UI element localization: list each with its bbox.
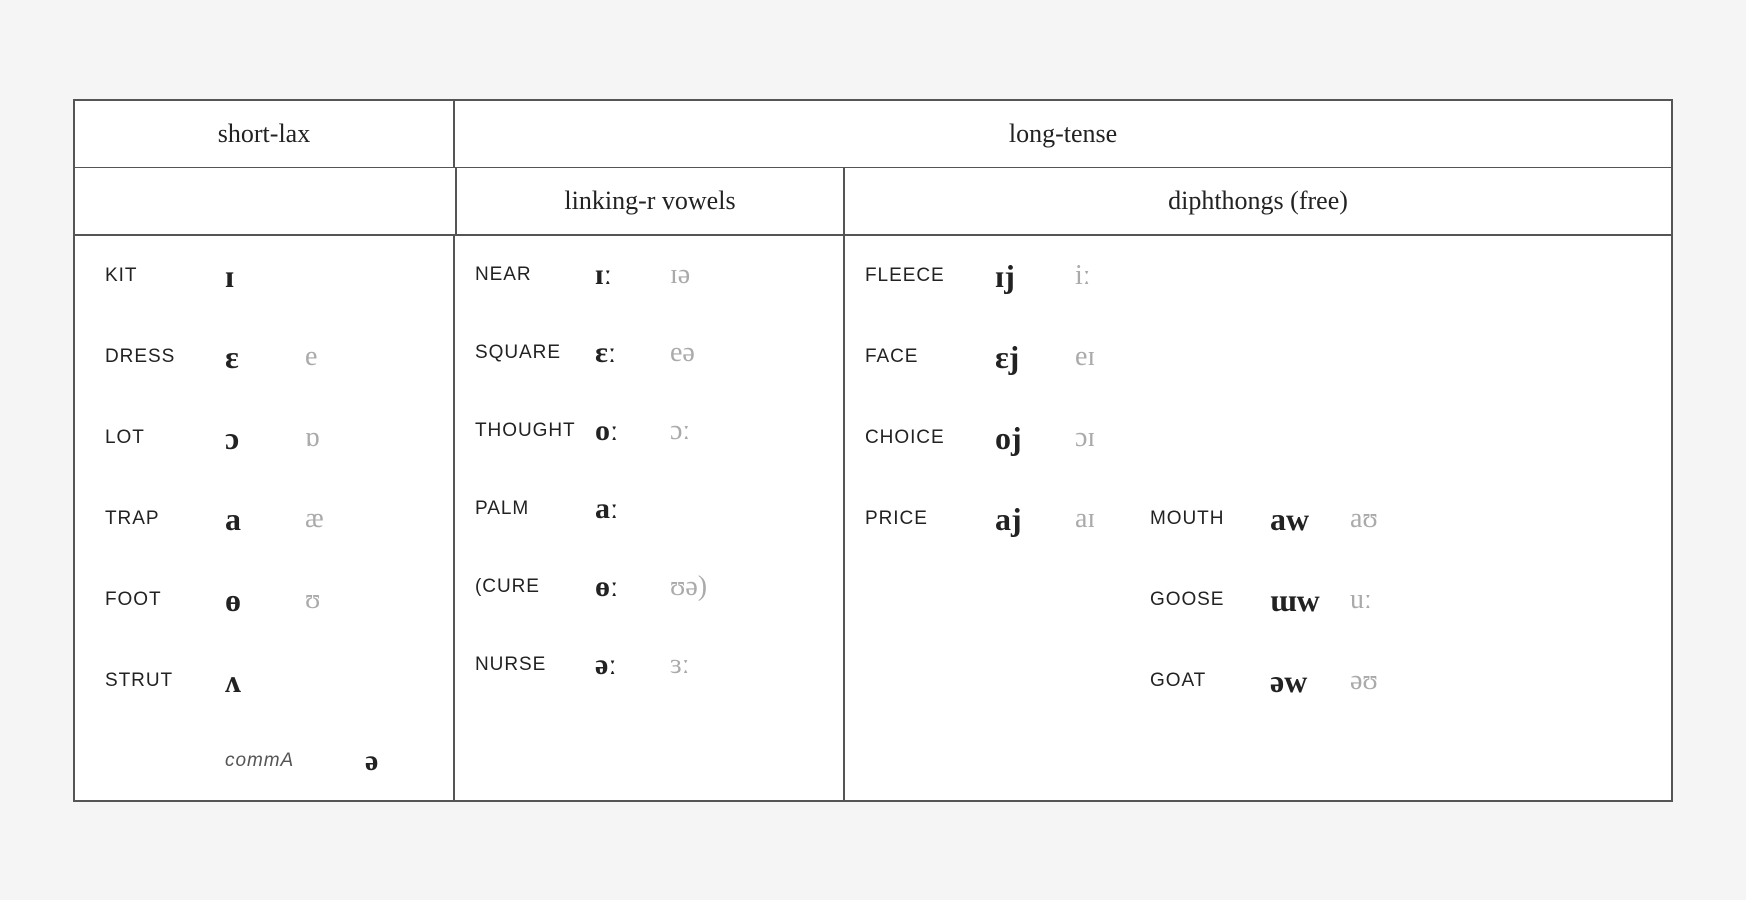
list-item-comma: commA ə	[105, 722, 423, 800]
ipa-fleece-secondary: iː	[1075, 260, 1130, 292]
header-diphthongs: diphthongs (free)	[845, 168, 1671, 234]
list-item: SQUARE ɛː eə	[475, 314, 823, 392]
ipa-trap-primary: a	[225, 501, 285, 538]
ipa-palm-long: aː	[595, 492, 650, 526]
header-long-tense: long-tense	[455, 101, 1671, 167]
word-square: SQUARE	[475, 342, 585, 364]
word-choice: CHOICE	[865, 427, 985, 449]
list-item: GOOSE ɯw uː	[865, 560, 1651, 641]
ipa-square-long: ɛː	[595, 336, 650, 370]
ipa-cure-long: ɵː	[595, 570, 650, 604]
word-comma: commA	[225, 750, 355, 772]
ipa-choice-primary: oj	[995, 420, 1060, 457]
list-item: FOOT ɵ ʊ	[105, 560, 423, 641]
list-item: KIT ɪ	[105, 236, 423, 317]
word-strut: STRUT	[105, 670, 215, 692]
ipa-kit-primary: ɪ	[225, 258, 285, 295]
word-thought: THOUGHT	[475, 420, 585, 442]
list-item: DRESS ɛ e	[105, 317, 423, 398]
ipa-price-primary: aj	[995, 501, 1060, 538]
list-item: NURSE əː ɜː	[475, 626, 823, 704]
list-item: STRUT ʌ	[105, 641, 423, 722]
header-spacer	[75, 168, 455, 234]
header-short-lax: short-lax	[75, 101, 455, 167]
ipa-trap-secondary: æ	[305, 503, 324, 535]
ipa-lot-secondary: ɒ	[305, 422, 320, 454]
ipa-price-secondary: aɪ	[1075, 503, 1130, 535]
word-cure: (CURE	[475, 576, 585, 598]
ipa-nurse-secondary: ɜː	[670, 649, 690, 681]
word-face: FACE	[865, 346, 985, 368]
list-item: GOAT əw əʊ	[865, 641, 1651, 722]
main-table: short-lax long-tense linking-r vowels di…	[73, 99, 1673, 802]
word-dress: DRESS	[105, 346, 215, 368]
list-item: PRICE aj aɪ MOUTH aw aʊ	[865, 479, 1651, 560]
ipa-mouth-secondary: aʊ	[1350, 503, 1378, 535]
header-linking-r: linking-r vowels	[455, 168, 845, 234]
list-item: TRAP a æ	[105, 479, 423, 560]
word-fleece: FLEECE	[865, 265, 985, 287]
body-section: KIT ɪ DRESS ɛ e LOT ɔ ɒ TRAP a æ FOOT ɵ	[75, 236, 1671, 800]
ipa-strut-primary: ʌ	[225, 663, 285, 700]
list-item: PALM aː	[475, 470, 823, 548]
word-nurse: NURSE	[475, 654, 585, 676]
header-row-1: short-lax long-tense	[75, 101, 1671, 168]
short-lax-column: KIT ɪ DRESS ɛ e LOT ɔ ɒ TRAP a æ FOOT ɵ	[75, 236, 455, 800]
list-item: FLEECE ɪj iː	[865, 236, 1651, 317]
word-lot: LOT	[105, 427, 215, 449]
list-item: THOUGHT oː ɔː	[475, 392, 823, 470]
list-item: FACE ɛj eɪ	[865, 317, 1651, 398]
word-goose: GOOSE	[1150, 589, 1260, 611]
ipa-thought-secondary: ɔː	[670, 415, 690, 447]
word-trap: TRAP	[105, 508, 215, 530]
ipa-goat-primary: əw	[1270, 663, 1335, 700]
word-price: PRICE	[865, 508, 985, 530]
ipa-nurse-long: əː	[595, 648, 650, 682]
word-foot: FOOT	[105, 589, 215, 611]
linking-r-column: NEAR ɪː ɪə SQUARE ɛː eə THOUGHT oː ɔː PA…	[455, 236, 845, 800]
word-near: NEAR	[475, 264, 585, 286]
word-kit: KIT	[105, 265, 215, 287]
ipa-cure-secondary: ʊə)	[670, 571, 707, 603]
ipa-thought-long: oː	[595, 414, 650, 448]
ipa-lot-primary: ɔ	[225, 420, 285, 457]
ipa-fleece-primary: ɪj	[995, 258, 1060, 295]
ipa-mouth-primary: aw	[1270, 501, 1335, 538]
diphthongs-column: FLEECE ɪj iː FACE ɛj eɪ CHOICE oj ɔɪ PRI…	[845, 236, 1671, 800]
ipa-goose-primary: ɯw	[1270, 582, 1335, 619]
ipa-foot-primary: ɵ	[225, 582, 285, 619]
word-palm: PALM	[475, 498, 585, 520]
ipa-dress-primary: ɛ	[225, 339, 285, 376]
ipa-dress-secondary: e	[305, 341, 317, 373]
ipa-foot-secondary: ʊ	[305, 584, 320, 616]
list-item: (CURE ɵː ʊə)	[475, 548, 823, 626]
ipa-goat-secondary: əʊ	[1350, 665, 1378, 697]
ipa-choice-secondary: ɔɪ	[1075, 422, 1130, 454]
ipa-near-long: ɪː	[595, 258, 650, 292]
ipa-face-secondary: eɪ	[1075, 341, 1130, 373]
ipa-comma: ə	[365, 744, 378, 778]
word-mouth: MOUTH	[1150, 508, 1260, 530]
list-item: CHOICE oj ɔɪ	[865, 398, 1651, 479]
list-item: NEAR ɪː ɪə	[475, 236, 823, 314]
header-row-2: linking-r vowels diphthongs (free)	[75, 168, 1671, 236]
ipa-square-secondary: eə	[670, 337, 695, 369]
list-item: LOT ɔ ɒ	[105, 398, 423, 479]
word-goat: GOAT	[1150, 670, 1260, 692]
ipa-goose-secondary: uː	[1350, 584, 1372, 616]
ipa-face-primary: ɛj	[995, 339, 1060, 376]
ipa-near-secondary: ɪə	[670, 259, 690, 291]
